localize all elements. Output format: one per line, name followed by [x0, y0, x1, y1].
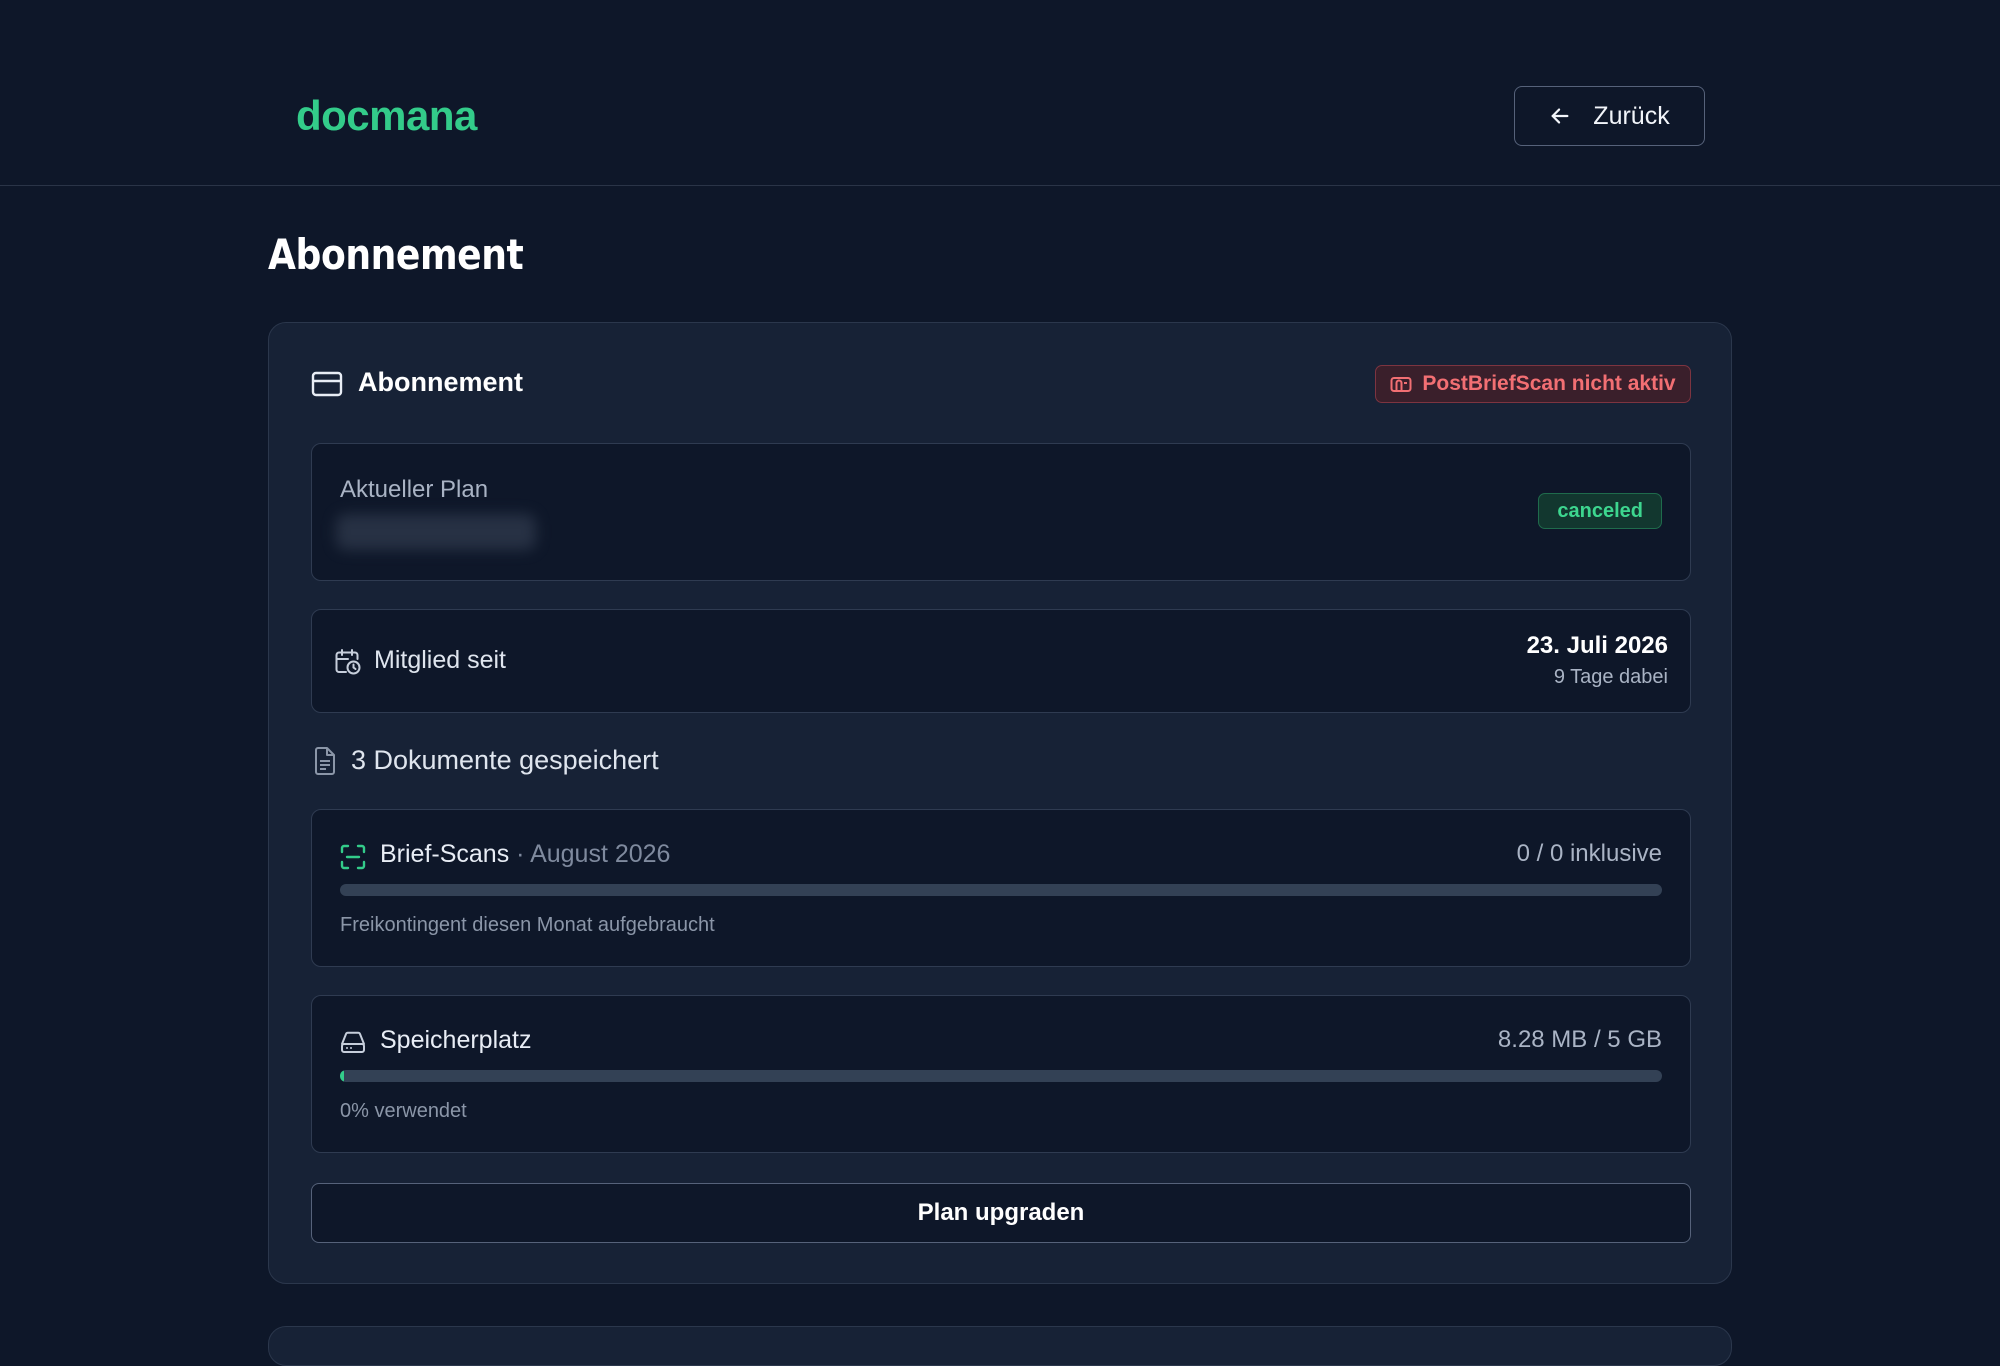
storage-progress-bar — [340, 1070, 1662, 1082]
storage-panel: Speicherplatz 8.28 MB / 5 GB 0% verwende… — [311, 995, 1691, 1153]
member-since-label: Mitglied seit — [374, 646, 506, 674]
plan-name-redacted — [336, 514, 536, 550]
storage-progress-fill — [340, 1070, 344, 1082]
postbriefscan-status-text: PostBriefScan nicht aktiv — [1422, 372, 1676, 395]
letter-scans-note: Freikontingent diesen Monat aufgebraucht — [340, 914, 715, 936]
current-plan-label: Aktueller Plan — [340, 476, 489, 503]
upgrade-plan-button[interactable]: Plan upgraden — [311, 1183, 1691, 1243]
next-card-edge — [268, 1326, 1732, 1366]
storage-note: 0% verwendet — [340, 1100, 467, 1122]
documents-count-text: 3 Dokumente gespeichert — [351, 745, 659, 775]
storage-value: 8.28 MB / 5 GB — [1497, 1026, 1662, 1053]
credit-card-icon — [311, 371, 343, 397]
card-title: Abonnement — [358, 367, 523, 397]
subscription-card: Abonnement PostBriefScan nicht aktiv Akt… — [268, 322, 1732, 1284]
member-since-date: 23. Juli 2026 — [1526, 632, 1668, 659]
mailbox-icon — [1390, 377, 1412, 392]
member-days-count: 9 Tage dabei — [1553, 666, 1668, 688]
letter-scans-panel: Brief-Scans · August 2026 0 / 0 inklusiv… — [311, 809, 1691, 967]
page-title: Abonnement — [268, 230, 524, 279]
logo[interactable]: docmana — [296, 92, 477, 140]
storage-title: Speicherplatz — [380, 1026, 532, 1054]
letter-scans-title: Brief-Scans · August 2026 — [380, 840, 670, 869]
letter-scans-label: Brief-Scans — [380, 840, 510, 868]
plan-status-badge: canceled — [1538, 493, 1662, 529]
document-icon — [315, 747, 335, 775]
letter-scans-value: 0 / 0 inklusive — [1516, 840, 1662, 867]
scan-icon — [340, 844, 366, 870]
member-since-panel: Mitglied seit 23. Juli 2026 9 Tage dabei — [311, 609, 1691, 713]
back-button[interactable]: Zurück — [1514, 86, 1705, 146]
current-plan-panel: Aktueller Plan canceled — [311, 443, 1691, 581]
back-button-label: Zurück — [1593, 101, 1670, 130]
postbriefscan-status-badge: PostBriefScan nicht aktiv — [1375, 365, 1691, 403]
hard-drive-icon — [341, 1031, 365, 1053]
calendar-clock-icon — [335, 649, 361, 675]
top-bar: docmana Zurück — [0, 0, 2000, 186]
arrow-left-icon — [1551, 108, 1569, 124]
letter-scans-period: · August 2026 — [516, 840, 671, 868]
letter-scans-progress-bar — [340, 884, 1662, 896]
